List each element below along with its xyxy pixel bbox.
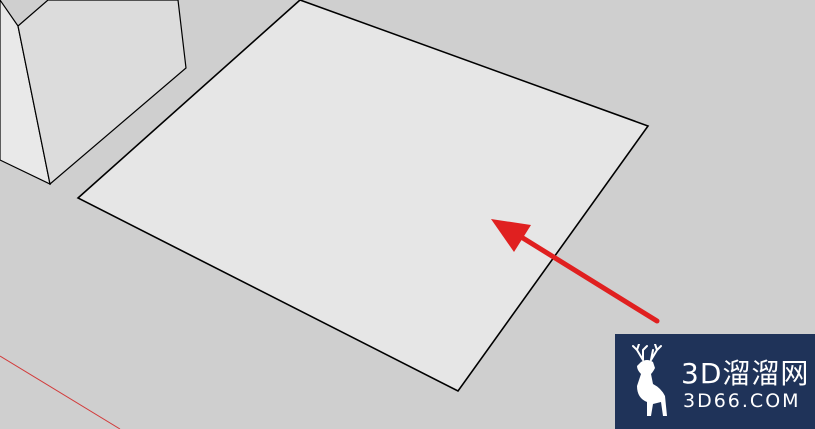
watermark-url: 3D66.COM	[683, 390, 801, 412]
sketchup-viewport[interactable]: 3D溜溜网 3D66.COM	[0, 0, 815, 429]
red-axis-line	[0, 355, 121, 429]
watermark-title: 3D溜溜网	[681, 357, 810, 390]
deer-icon	[632, 344, 667, 416]
watermark-badge: 3D溜溜网 3D66.COM	[615, 334, 815, 429]
